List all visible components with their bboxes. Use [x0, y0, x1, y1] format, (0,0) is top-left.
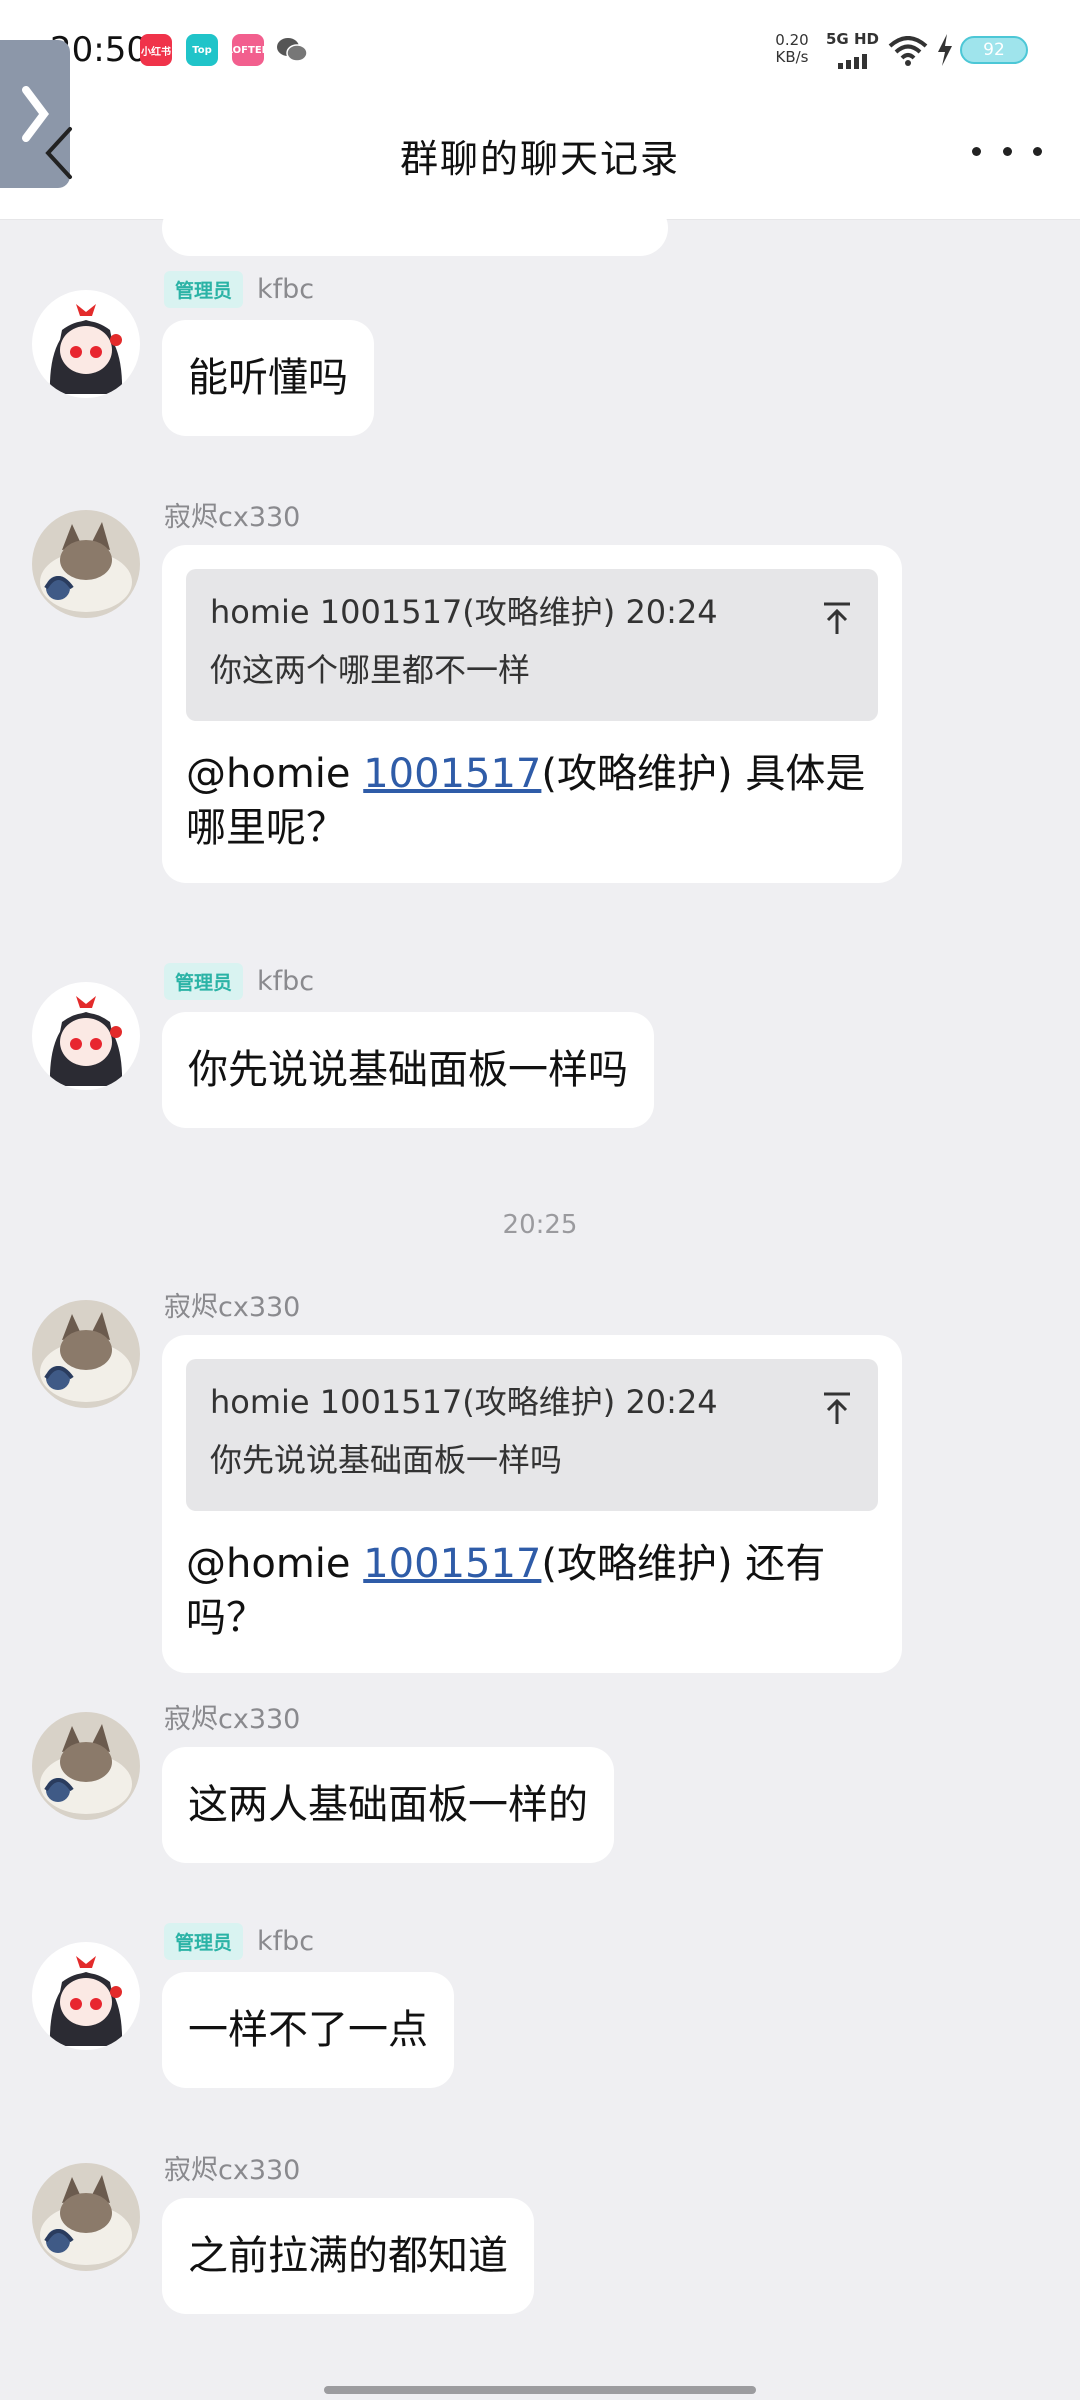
cat-avatar-icon — [32, 1300, 140, 1408]
message-bubble[interactable]: 一样不了一点 — [162, 1972, 454, 2088]
message-bubble[interactable]: 这两人基础面板一样的 — [162, 1747, 614, 1863]
sender-name[interactable]: kfbc — [257, 966, 314, 997]
chat-history[interactable]: 管理员 kfbc 能听懂吗 寂烬cx330 homie 1001517(攻略维护… — [0, 200, 1080, 2400]
sender-info: 寂烬cx330 — [164, 495, 300, 533]
charging-icon — [936, 34, 954, 70]
lofter-icon: LOFTER — [227, 34, 269, 66]
jump-to-top-icon[interactable] — [822, 1385, 852, 1441]
quote-author: homie 1001517(攻略维护) 20:24 — [210, 593, 718, 631]
quoted-message[interactable]: homie 1001517(攻略维护) 20:24 你先说说基础面板一样吗 — [186, 1359, 878, 1511]
dot-icon — [1033, 146, 1042, 156]
top-app-icon: Top — [186, 34, 218, 66]
home-indicator[interactable] — [324, 2386, 756, 2394]
page-title: 群聊的聊天记录 — [399, 137, 680, 181]
back-button[interactable] — [34, 120, 84, 186]
quoted-message[interactable]: homie 1001517(攻略维护) 20:24 你这两个哪里都不一样 — [186, 569, 878, 721]
reply-text: @homie 1001517(攻略维护) 还有吗？ — [186, 1541, 826, 1641]
message-bubble[interactable]: 你先说说基础面板一样吗 — [162, 1012, 654, 1128]
sender-info: 寂烬cx330 — [164, 1697, 300, 1735]
xiaohongshu-icon: 小红书 — [140, 34, 172, 66]
previous-message-bubble — [162, 200, 668, 256]
message-bubble[interactable]: 之前拉满的都知道 — [162, 2198, 534, 2314]
network-type: 5G HD — [826, 30, 879, 48]
time-divider: 20:25 — [502, 1210, 578, 1240]
dot-icon — [972, 146, 981, 156]
sender-name[interactable]: kfbc — [257, 274, 314, 305]
status-bar: 20:50 小红书 Top LOFTER 0.20 KB/s 5G HD 92 — [0, 0, 1080, 100]
admin-badge: 管理员 — [164, 1922, 244, 1960]
anime-girl-avatar-icon — [32, 290, 140, 398]
avatar[interactable] — [32, 982, 140, 1090]
sender-name[interactable]: kfbc — [257, 1926, 314, 1957]
sender-info: 管理员 kfbc — [164, 962, 314, 1000]
admin-badge: 管理员 — [164, 270, 244, 308]
top-bar: 20:50 小红书 Top LOFTER 0.20 KB/s 5G HD 92 … — [0, 0, 1080, 220]
sender-name[interactable]: 寂烬cx330 — [164, 1697, 300, 1736]
admin-badge: 管理员 — [164, 962, 244, 1000]
avatar[interactable] — [32, 1300, 140, 1408]
wifi-icon — [888, 36, 928, 70]
reply-text: @homie 1001517(攻略维护) 具体是哪里呢？ — [186, 751, 866, 851]
cat-avatar-icon — [32, 510, 140, 618]
avatar[interactable] — [32, 290, 140, 398]
quote-author: homie 1001517(攻略维护) 20:24 — [210, 1383, 718, 1421]
message-bubble[interactable]: homie 1001517(攻略维护) 20:24 你这两个哪里都不一样 @ho… — [162, 545, 902, 883]
message-bubble[interactable]: homie 1001517(攻略维护) 20:24 你先说说基础面板一样吗 @h… — [162, 1335, 902, 1673]
message-bubble[interactable]: 能听懂吗 — [162, 320, 374, 436]
jump-to-top-icon[interactable] — [822, 595, 852, 651]
quote-text: 你先说说基础面板一样吗 — [210, 1441, 563, 1479]
battery-indicator: 92 — [960, 36, 1028, 64]
sender-name[interactable]: 寂烬cx330 — [164, 2148, 300, 2187]
dot-icon — [1002, 146, 1012, 156]
avatar[interactable] — [32, 510, 140, 618]
network-speed: 0.20 KB/s — [775, 31, 809, 66]
quote-text: 你这两个哪里都不一样 — [210, 651, 531, 689]
anime-girl-avatar-icon — [32, 982, 140, 1090]
cat-avatar-icon — [32, 2163, 140, 2271]
cat-avatar-icon — [32, 1712, 140, 1820]
back-arrow-icon — [45, 127, 72, 179]
sender-name[interactable]: 寂烬cx330 — [164, 1285, 300, 1324]
sender-info: 管理员 kfbc — [164, 270, 314, 308]
sender-name[interactable]: 寂烬cx330 — [164, 495, 300, 534]
mention-link[interactable]: 1001517 — [363, 1541, 541, 1587]
sender-info: 寂烬cx330 — [164, 1285, 300, 1323]
sender-info: 寂烬cx330 — [164, 2148, 300, 2186]
anime-girl-avatar-icon — [32, 1942, 140, 2050]
avatar[interactable] — [32, 1942, 140, 2050]
signal-icon — [838, 50, 870, 69]
avatar[interactable] — [32, 2163, 140, 2271]
more-options-button[interactable] — [972, 136, 1042, 166]
wechat-icon — [276, 34, 308, 66]
sender-info: 管理员 kfbc — [164, 1922, 314, 1960]
mention-link[interactable]: 1001517 — [363, 751, 541, 797]
avatar[interactable] — [32, 1712, 140, 1820]
